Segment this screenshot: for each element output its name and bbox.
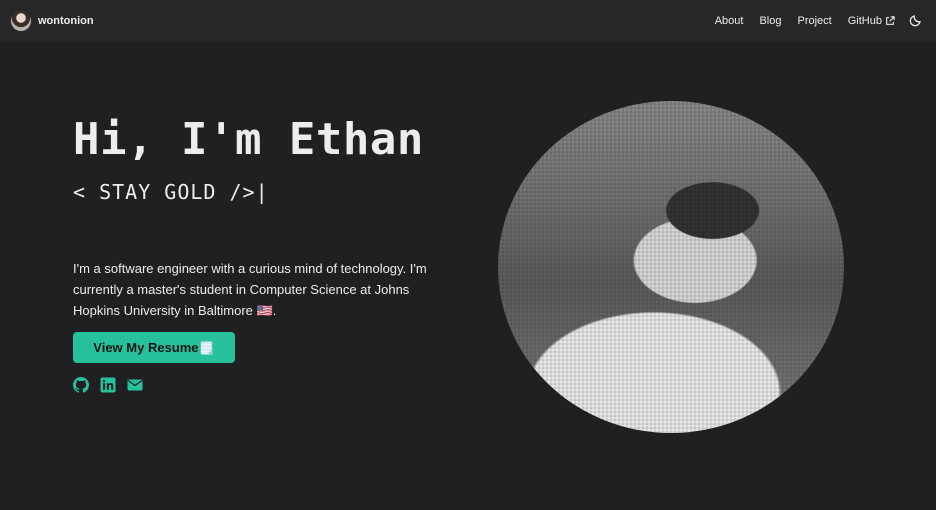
email-link[interactable] bbox=[127, 377, 143, 393]
linkedin-link[interactable] bbox=[100, 377, 116, 393]
github-icon bbox=[73, 377, 89, 393]
github-link[interactable] bbox=[73, 377, 89, 393]
tagline: < STAY GOLD />| bbox=[73, 180, 269, 204]
linkedin-icon bbox=[100, 377, 116, 393]
nav-link-label: Blog bbox=[759, 14, 782, 27]
theme-toggle-button[interactable] bbox=[908, 14, 922, 28]
social-links bbox=[73, 377, 143, 393]
page-title: Hi, I'm Ethan bbox=[73, 114, 424, 165]
nav-link-github[interactable]: GitHub bbox=[848, 15, 895, 27]
view-resume-label: View My Resume🗒️ bbox=[93, 339, 215, 355]
brand-link[interactable]: wontonion bbox=[11, 10, 94, 31]
nav-link-blog[interactable]: Blog bbox=[759, 15, 781, 27]
profile-photo bbox=[498, 101, 844, 433]
view-resume-button[interactable]: View My Resume🗒️ bbox=[73, 332, 235, 363]
nav-links: About Blog Project GitHub bbox=[715, 14, 922, 28]
nav-link-label: Project bbox=[797, 14, 832, 27]
nav-link-about[interactable]: About bbox=[715, 15, 744, 27]
moon-icon bbox=[909, 15, 921, 27]
hero-intro: Hi, I'm Ethan < STAY GOLD />| bbox=[73, 110, 453, 204]
nav-link-project[interactable]: Project bbox=[798, 15, 832, 27]
bio-text: I'm a software engineer with a curious m… bbox=[73, 261, 427, 318]
brand-name: wontonion bbox=[38, 14, 94, 27]
external-link-icon bbox=[886, 15, 895, 25]
nav-link-label: About bbox=[714, 14, 744, 27]
mail-icon bbox=[127, 379, 143, 391]
avatar bbox=[11, 10, 31, 31]
navbar: wontonion About Blog Project GitHub bbox=[0, 0, 936, 41]
nav-link-label: GitHub bbox=[847, 14, 882, 27]
